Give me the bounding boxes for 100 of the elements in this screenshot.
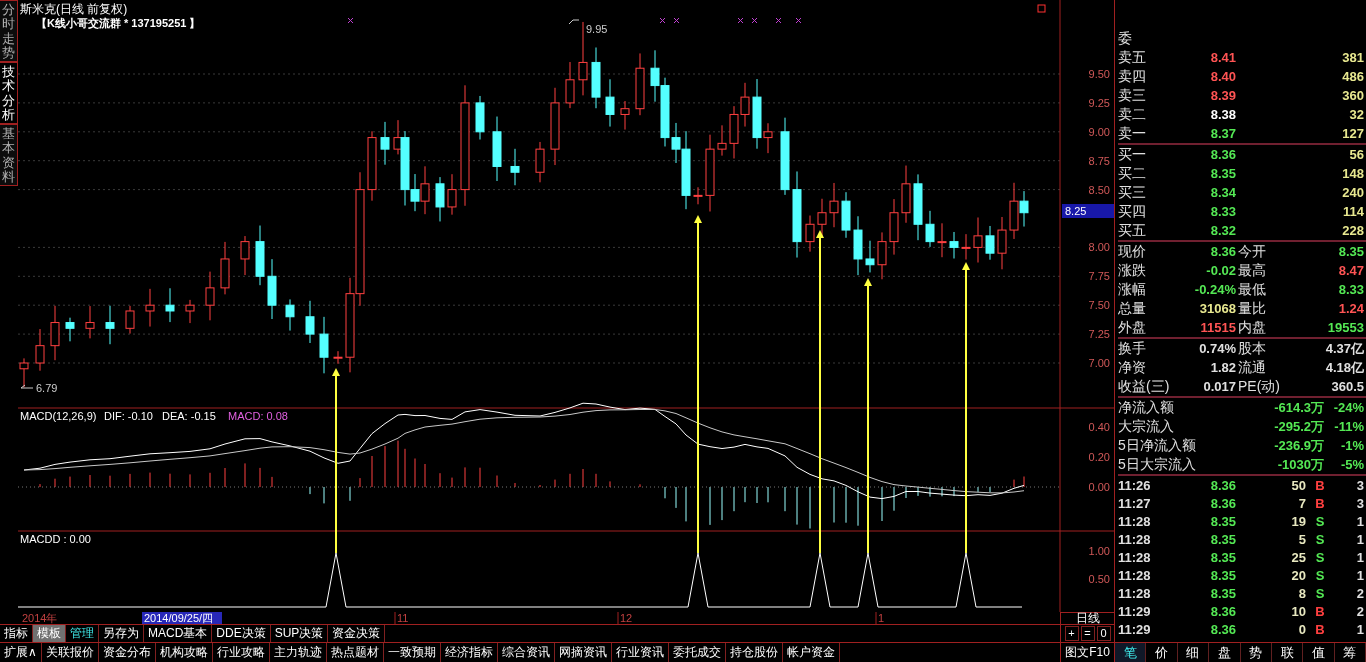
macd-axis-label: 0.00 bbox=[1088, 481, 1110, 493]
candlestick bbox=[535, 141, 545, 183]
detail-tab[interactable]: 价 bbox=[1146, 643, 1178, 662]
stat-value: 8.35 bbox=[1337, 244, 1365, 259]
stat-value: 4.37亿 bbox=[1324, 339, 1365, 358]
stat-value: 0.74% bbox=[1198, 341, 1237, 356]
flow-ratio: -5% bbox=[1339, 457, 1365, 472]
f10-button[interactable]: 图文F10 bbox=[1065, 644, 1110, 661]
indicator-tab[interactable]: SUP决策 bbox=[270, 625, 329, 642]
function-tab[interactable]: 行业攻略 bbox=[212, 643, 270, 662]
cross-mark-icon bbox=[737, 17, 744, 24]
trade-time: 11:28 bbox=[1118, 585, 1152, 601]
price-axis-label: 7.00 bbox=[1088, 357, 1110, 369]
side-tab[interactable]: 技术分析 bbox=[0, 62, 18, 124]
function-tab[interactable]: 行业资讯 bbox=[611, 643, 669, 662]
candlestick bbox=[65, 317, 75, 342]
candlestick bbox=[620, 100, 630, 131]
function-tab[interactable]: 持仓股份 bbox=[725, 643, 783, 662]
trade-side: S bbox=[1314, 585, 1326, 601]
side-tab[interactable]: 分时走势 bbox=[0, 0, 18, 62]
function-tab[interactable]: 关联报价 bbox=[41, 643, 99, 662]
function-tab[interactable]: 委托成交 bbox=[668, 643, 726, 662]
stat-value: 360.5 bbox=[1330, 379, 1365, 394]
macd-reading: MACD: 0.08 bbox=[228, 410, 288, 422]
side-tab[interactable]: 基本资料 bbox=[0, 124, 18, 186]
candlestick bbox=[565, 61, 575, 109]
zoom-button[interactable]: = bbox=[1080, 626, 1095, 641]
candlestick bbox=[420, 165, 430, 215]
square-icon[interactable] bbox=[1037, 4, 1046, 13]
price-axis-label: 7.75 bbox=[1088, 270, 1110, 283]
function-tab[interactable]: 一致预期 bbox=[383, 643, 441, 662]
order-volume: 228 bbox=[1341, 223, 1365, 238]
stat-value: 1.82 bbox=[1209, 360, 1237, 375]
indicator-tab[interactable]: MACD基本 bbox=[144, 625, 213, 642]
detail-tab[interactable]: 盘 bbox=[1209, 643, 1241, 662]
indicator-tab[interactable]: DDE决策 bbox=[212, 625, 271, 642]
stat-label: 收益(三) bbox=[1118, 377, 1168, 396]
indicator-tab[interactable]: 资金决策 bbox=[328, 625, 386, 642]
trade-price: 8.35 bbox=[1209, 585, 1237, 601]
stat-label: PE(动) bbox=[1238, 377, 1281, 396]
macdd-axis-label: 1.00 bbox=[1088, 545, 1110, 557]
function-tab[interactable]: 扩展∧ bbox=[0, 643, 42, 662]
function-tab[interactable]: 帐户资金 bbox=[782, 643, 840, 662]
cross-mark-icon bbox=[659, 17, 666, 24]
trade-count: 2 bbox=[1355, 585, 1365, 601]
detail-tab[interactable]: 细 bbox=[1177, 643, 1210, 662]
detail-tab[interactable]: 联 bbox=[1271, 643, 1304, 662]
function-tab[interactable]: 经济指标 bbox=[440, 643, 498, 662]
trade-volume: 19 bbox=[1290, 513, 1307, 529]
detail-tab[interactable]: 笔 bbox=[1115, 643, 1147, 662]
function-tab[interactable]: 热点题材 bbox=[326, 643, 384, 662]
price-axis-label: 8.75 bbox=[1088, 154, 1110, 167]
detail-tab[interactable]: 势 bbox=[1240, 643, 1272, 662]
function-tab[interactable]: 机构攻略 bbox=[155, 643, 213, 662]
stat-value: -0.24% bbox=[1193, 282, 1237, 297]
leader-line bbox=[20, 384, 34, 389]
order-volume: 32 bbox=[1348, 107, 1365, 122]
candlestick bbox=[435, 176, 445, 222]
order-level-label: 卖五 bbox=[1118, 48, 1147, 67]
trade-time: 11:29 bbox=[1118, 621, 1152, 637]
stat-value: 8.33 bbox=[1337, 282, 1365, 297]
function-tab[interactable]: 网摘资讯 bbox=[554, 643, 612, 662]
zoom-button[interactable]: + bbox=[1064, 626, 1079, 641]
candlestick bbox=[853, 215, 863, 276]
order-book-header: 委 bbox=[1118, 30, 1132, 48]
cross-mark-icon bbox=[673, 17, 680, 24]
trade-time: 11:29 bbox=[1118, 603, 1152, 619]
cross-mark-icon bbox=[347, 17, 354, 24]
trade-count: 1 bbox=[1355, 531, 1365, 547]
detail-tab[interactable]: 值 bbox=[1303, 643, 1335, 662]
chart-title: 斯米克(日线 前复权) bbox=[20, 2, 128, 16]
candlestick bbox=[125, 305, 135, 335]
order-level-label: 买二 bbox=[1118, 164, 1147, 183]
order-price: 8.32 bbox=[1209, 223, 1237, 238]
indicator-tab[interactable]: 模板 bbox=[33, 625, 66, 642]
month-label: 1 bbox=[878, 612, 885, 624]
trade-volume: 0 bbox=[1297, 621, 1307, 637]
candlestick bbox=[50, 305, 60, 361]
candlestick bbox=[729, 105, 739, 159]
function-tab[interactable]: 资金分布 bbox=[98, 643, 156, 662]
indicator-tab[interactable]: 管理 bbox=[66, 625, 99, 642]
candlestick bbox=[925, 210, 935, 248]
indicator-tab[interactable]: 另存为 bbox=[99, 625, 144, 642]
candlestick bbox=[740, 82, 750, 128]
trade-price: 8.35 bbox=[1209, 567, 1237, 583]
order-level-label: 买四 bbox=[1118, 202, 1147, 221]
stat-value: 31068 bbox=[1198, 301, 1237, 316]
function-tab[interactable]: 主力轨迹 bbox=[269, 643, 327, 662]
dif-reading: DIF: -0.10 bbox=[104, 410, 153, 422]
order-volume: 360 bbox=[1341, 88, 1365, 103]
function-tab[interactable]: 综合资讯 bbox=[497, 643, 555, 662]
zoom-button[interactable]: 0 bbox=[1096, 626, 1111, 641]
detail-tab[interactable]: 筹 bbox=[1334, 643, 1366, 662]
candlestick bbox=[380, 121, 390, 166]
trade-volume: 25 bbox=[1290, 549, 1307, 565]
stat-label: 涨跌 bbox=[1118, 261, 1147, 280]
trade-volume: 10 bbox=[1290, 603, 1307, 619]
candlestick bbox=[650, 49, 660, 103]
trade-side: B bbox=[1314, 603, 1326, 619]
order-price: 8.37 bbox=[1209, 126, 1237, 141]
